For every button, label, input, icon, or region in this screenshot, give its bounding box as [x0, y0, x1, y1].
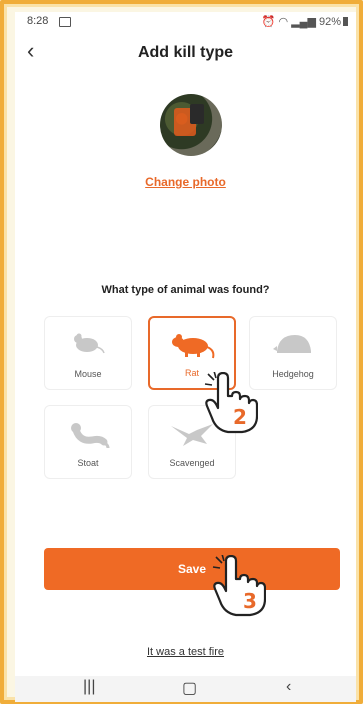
mouse-icon	[74, 333, 105, 354]
status-bar: 8:28 ⏰ ◠ ▂▄▆ 92%	[15, 12, 356, 32]
step-3-marker: 3	[243, 589, 257, 613]
android-nav-bar: ||| ▢ ‹	[15, 676, 356, 702]
status-time: 8:28	[27, 15, 49, 27]
battery-icon	[343, 17, 348, 26]
pointer-hand-icon	[212, 555, 266, 617]
animal-type-question: What type of animal was found?	[101, 284, 270, 296]
animal-option-hedgehog[interactable]: Hedgehog	[249, 316, 337, 390]
animal-option-stoat[interactable]: Stoat	[44, 405, 132, 479]
step-2-marker: 2	[233, 405, 247, 429]
animal-label: Scavenged	[169, 458, 215, 468]
change-photo-link[interactable]: Change photo	[15, 175, 356, 189]
alarm-icon: ⏰	[261, 16, 276, 28]
signal-icon: ▂▄▆	[291, 16, 316, 28]
pointer-hand-icon	[204, 372, 258, 434]
animal-label: Mouse	[74, 369, 102, 379]
image-notification-icon	[59, 17, 71, 27]
stoat-icon	[71, 423, 110, 449]
test-fire-link[interactable]: It was a test fire	[15, 646, 356, 658]
animal-label: Stoat	[77, 458, 99, 468]
wifi-icon: ◠	[278, 16, 289, 28]
animal-option-mouse[interactable]: Mouse	[44, 316, 132, 390]
recent-apps-icon[interactable]: |||	[83, 678, 95, 696]
rat-icon	[172, 334, 215, 359]
status-right: ⏰ ◠ ▂▄▆ 92%	[262, 15, 348, 28]
battery-percent: 92%	[318, 16, 341, 28]
save-button[interactable]: Save	[44, 548, 340, 590]
page-title: Add kill type	[137, 44, 234, 61]
back-nav-icon[interactable]: ‹	[286, 678, 291, 696]
kill-photo	[160, 94, 222, 156]
phone-screen: 8:28 ⏰ ◠ ▂▄▆ 92% ‹ Add kill type Change …	[15, 12, 356, 702]
animal-label: Hedgehog	[272, 369, 314, 379]
home-icon[interactable]: ▢	[182, 678, 197, 698]
hedgehog-icon	[273, 335, 311, 353]
